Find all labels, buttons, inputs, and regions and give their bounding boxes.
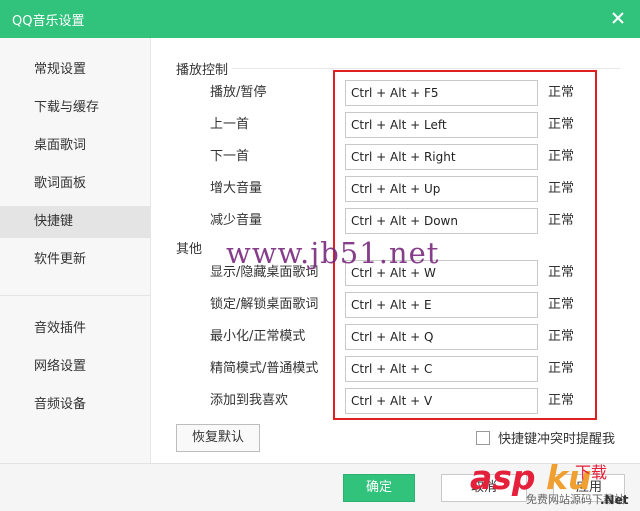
hotkey-status: 正常 [548,393,575,408]
sidebar-item-network[interactable]: 网络设置 [0,351,150,383]
sidebar-item-hotkeys[interactable]: 快捷键 [0,206,150,238]
close-icon[interactable] [608,8,628,28]
shortcut-label: 精简模式/普通模式 [210,361,319,376]
title-bar: QQ音乐设置 [0,0,640,38]
hotkey-status: 正常 [548,329,575,344]
sidebar-divider [0,295,150,296]
conflict-reminder-label: 快捷键冲突时提醒我 [498,432,616,447]
sidebar-item-lyrics-panel[interactable]: 歌词面板 [0,168,150,200]
shortcut-label: 锁定/解锁桌面歌词 [210,297,319,312]
shortcut-label: 播放/暂停 [210,85,267,100]
sidebar-item-audio-device[interactable]: 音频设备 [0,389,150,421]
conflict-reminder-checkbox[interactable] [476,431,490,445]
hotkey-input[interactable]: Ctrl + Alt + F5 [345,80,538,106]
hotkey-status: 正常 [548,85,575,100]
logo-sub-text: 下载 [575,463,608,482]
hotkey-status: 正常 [548,117,575,132]
shortcut-label: 最小化/正常模式 [210,329,306,344]
hotkey-status: 正常 [548,213,575,228]
hotkey-status: 正常 [548,265,575,280]
hotkey-status: 正常 [548,297,575,312]
hotkey-input[interactable]: Ctrl + Alt + Left [345,112,538,138]
window-title: QQ音乐设置 [12,14,85,29]
section-title-other: 其他 [176,242,203,257]
sidebar: 常规设置 下载与缓存 桌面歌词 歌词面板 快捷键 软件更新 音效插件 网络设置 … [0,38,151,463]
shortcut-label: 上一首 [210,117,250,132]
sidebar-item-general[interactable]: 常规设置 [0,54,150,86]
hotkey-status: 正常 [548,361,575,376]
hotkey-input[interactable]: Ctrl + Alt + V [345,388,538,414]
shortcut-label: 下一首 [210,149,250,164]
section-title-playback: 播放控制 [176,63,229,78]
logo-net-text: .Net [600,493,629,507]
section-divider [232,68,620,69]
hotkey-input[interactable]: Ctrl + Alt + Up [345,176,538,202]
sidebar-item-desktop-lyrics[interactable]: 桌面歌词 [0,130,150,162]
hotkey-input[interactable]: Ctrl + Alt + C [345,356,538,382]
sidebar-item-download-cache[interactable]: 下载与缓存 [0,92,150,124]
shortcut-label: 增大音量 [210,181,263,196]
sidebar-item-software-update[interactable]: 软件更新 [0,244,150,276]
hotkey-input[interactable]: Ctrl + Alt + Down [345,208,538,234]
watermark-text: www.jb51.net [226,236,440,270]
shortcut-label: 添加到我喜欢 [210,393,289,408]
hotkey-status: 正常 [548,149,575,164]
hotkey-input[interactable]: Ctrl + Alt + Q [345,324,538,350]
restore-defaults-button[interactable]: 恢复默认 [176,424,260,452]
hotkey-input[interactable]: Ctrl + Alt + Right [345,144,538,170]
hotkey-status: 正常 [548,181,575,196]
hotkey-input[interactable]: Ctrl + Alt + E [345,292,538,318]
ok-button[interactable]: 确定 [343,474,415,502]
shortcut-label: 减少音量 [210,213,263,228]
sidebar-item-sound-plugins[interactable]: 音效插件 [0,313,150,345]
